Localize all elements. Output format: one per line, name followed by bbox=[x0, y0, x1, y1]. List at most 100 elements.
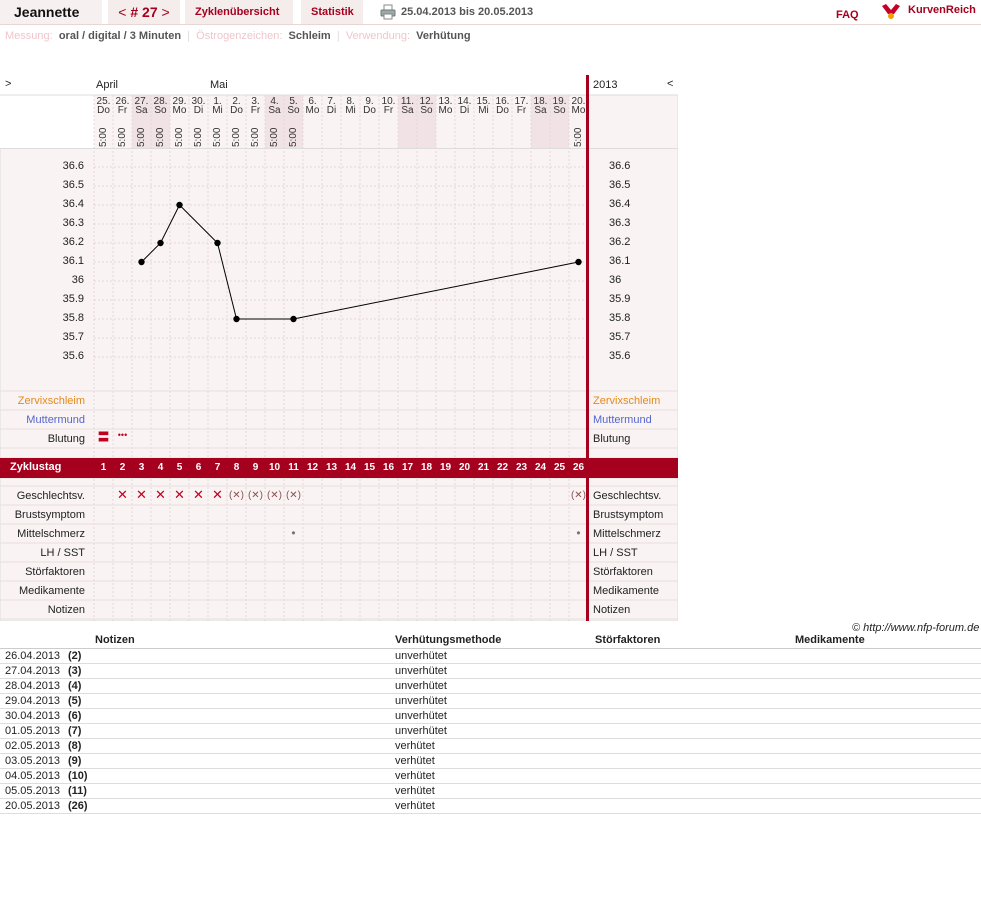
intercourse-protected[interactable]: (✕) bbox=[246, 490, 265, 502]
day-header[interactable]: 14. Di bbox=[455, 97, 474, 116]
y-tick-label-right: 36.5 bbox=[609, 179, 631, 191]
row-label-geschlechtsv-right: Geschlechtsv. bbox=[593, 490, 662, 502]
measure-time: 5:00 bbox=[174, 127, 185, 147]
day-header[interactable]: 28. So bbox=[151, 97, 170, 116]
day-header[interactable]: 18. Sa bbox=[531, 97, 550, 116]
intercourse-protected[interactable]: (✕) bbox=[265, 490, 284, 502]
cycle-day-number: 19 bbox=[439, 462, 452, 473]
row-date: 05.05.2013 bbox=[5, 785, 61, 797]
cycle-navigator[interactable]: < # 27 > bbox=[108, 0, 180, 24]
tab-cycle-overview[interactable]: Zyklenübersicht bbox=[185, 0, 293, 24]
measure-time: 5:00 bbox=[231, 127, 242, 147]
row-method: unverhütet bbox=[395, 710, 447, 722]
day-header[interactable]: 16. Do bbox=[493, 97, 512, 116]
cycle-day-number: 2 bbox=[119, 462, 126, 473]
month-april: April bbox=[96, 79, 119, 91]
intercourse-unprotected[interactable]: ✕ bbox=[208, 488, 227, 501]
day-header[interactable]: 20. Mo bbox=[569, 97, 588, 116]
intercourse-unprotected[interactable]: ✕ bbox=[170, 488, 189, 501]
table-header-line bbox=[0, 648, 981, 649]
temperature-point bbox=[214, 239, 221, 247]
y-tick-label-right: 35.6 bbox=[609, 350, 631, 362]
row-cycle-day: (26) bbox=[68, 800, 88, 812]
logo-icon bbox=[882, 4, 900, 19]
header-left-background bbox=[0, 95, 94, 148]
row-date: 04.05.2013 bbox=[5, 770, 61, 782]
day-header[interactable]: 26. Fr bbox=[113, 97, 132, 116]
day-header[interactable]: 17. Fr bbox=[512, 97, 531, 116]
measure-label: Messung: bbox=[5, 30, 53, 42]
row-method: verhütet bbox=[395, 755, 435, 767]
measure-time: 5:00 bbox=[155, 127, 166, 147]
intercourse-unprotected[interactable]: ✕ bbox=[113, 488, 132, 501]
cycle-prev[interactable]: < bbox=[118, 4, 130, 20]
day-header[interactable]: 9. Do bbox=[360, 97, 379, 116]
day-header[interactable]: 6. Mo bbox=[303, 97, 322, 116]
row-date: 28.04.2013 bbox=[5, 680, 61, 692]
day-header[interactable]: 8. Mi bbox=[341, 97, 360, 116]
day-header[interactable]: 19. So bbox=[550, 97, 569, 116]
intercourse-protected[interactable]: (✕) bbox=[569, 490, 588, 502]
day-header[interactable]: 13. Mo bbox=[436, 97, 455, 116]
day-header[interactable]: 3. Fr bbox=[246, 97, 265, 116]
day-header[interactable]: 7. Di bbox=[322, 97, 341, 116]
day-header[interactable]: 10. Fr bbox=[379, 97, 398, 116]
day-header[interactable]: 2. Do bbox=[227, 97, 246, 116]
day-header[interactable]: 12. So bbox=[417, 97, 436, 116]
user-name: Jeannette bbox=[0, 0, 102, 24]
intercourse-unprotected[interactable]: ✕ bbox=[189, 488, 208, 501]
day-header[interactable]: 11. Sa bbox=[398, 97, 417, 116]
row-cycle-day: (4) bbox=[68, 680, 82, 692]
cycle-next[interactable]: > bbox=[158, 4, 170, 20]
intercourse-protected[interactable]: (✕) bbox=[284, 490, 303, 502]
row-method: verhütet bbox=[395, 740, 435, 752]
measurement-info: Messung: oral / digital / 3 Minuten | Ös… bbox=[5, 30, 471, 42]
day-header[interactable]: 29. Mo bbox=[170, 97, 189, 116]
estrogen-label: Östrogenzeichen: bbox=[196, 30, 283, 42]
intercourse-unprotected[interactable]: ✕ bbox=[132, 488, 151, 501]
day-header[interactable]: 4. Sa bbox=[265, 97, 284, 116]
mittelschmerz-mark[interactable]: • bbox=[569, 527, 588, 539]
day-header[interactable]: 30. Di bbox=[189, 97, 208, 116]
copyright[interactable]: © http://www.nfp-forum.de bbox=[852, 622, 979, 634]
use-value: Verhütung bbox=[416, 30, 471, 42]
cycle-day-number: 26 bbox=[572, 462, 585, 473]
y-tick-label: 36 bbox=[71, 274, 84, 286]
day-header[interactable]: 1. Mi bbox=[208, 97, 227, 116]
day-header[interactable]: 27. Sa bbox=[132, 97, 151, 116]
cycle-day-number: 4 bbox=[157, 462, 164, 473]
row-label-mittelschmerz-right: Mittelschmerz bbox=[593, 528, 661, 540]
intercourse-protected[interactable]: (✕) bbox=[227, 490, 246, 502]
measure-time: 5:00 bbox=[136, 127, 147, 147]
current-day-line bbox=[586, 75, 589, 621]
row-label-muttermund: Muttermund bbox=[26, 414, 85, 426]
printer-icon[interactable] bbox=[380, 4, 396, 20]
cycle-day-number: 5 bbox=[176, 462, 183, 473]
day-header[interactable]: 5. So bbox=[284, 97, 303, 116]
row-date: 26.04.2013 bbox=[5, 650, 61, 662]
row-method: unverhütet bbox=[395, 725, 447, 737]
y-tick-label-right: 36.6 bbox=[609, 160, 631, 172]
measure-time: 5:00 bbox=[212, 127, 223, 147]
bleeding-strong[interactable]: 〓 bbox=[94, 431, 113, 443]
cycle-day-number: 8 bbox=[233, 462, 240, 473]
faq-link[interactable]: FAQ bbox=[826, 3, 869, 27]
mittelschmerz-mark[interactable]: • bbox=[284, 527, 303, 539]
bleeding-light[interactable]: ••• bbox=[113, 429, 132, 441]
table-row: 03.05.2013 (9) verhütet bbox=[0, 754, 981, 769]
intercourse-unprotected[interactable]: ✕ bbox=[151, 488, 170, 501]
day-header[interactable]: 25. Do bbox=[94, 97, 113, 116]
cycle-chart: > < 2013 April Mai 36.6 36.6 36.5 36.5 36.4 3… bbox=[0, 75, 678, 621]
day-header[interactable]: 15. Mi bbox=[474, 97, 493, 116]
table-row: 04.05.2013 (10) verhütet bbox=[0, 769, 981, 784]
logo[interactable]: KurvenReich bbox=[880, 0, 981, 22]
y-tick-label: 35.7 bbox=[62, 331, 84, 343]
cycle-day-number: 1 bbox=[100, 462, 107, 473]
nav-right-arrow[interactable]: < bbox=[667, 78, 673, 90]
tab-statistics[interactable]: Statistik bbox=[301, 0, 363, 24]
row-date: 20.05.2013 bbox=[5, 800, 61, 812]
row-label-brustsymptom-right: Brustsymptom bbox=[593, 509, 664, 521]
header-notizen: Notizen bbox=[95, 634, 135, 646]
nav-left-arrow[interactable]: > bbox=[5, 78, 11, 90]
temperature-point bbox=[290, 315, 297, 323]
